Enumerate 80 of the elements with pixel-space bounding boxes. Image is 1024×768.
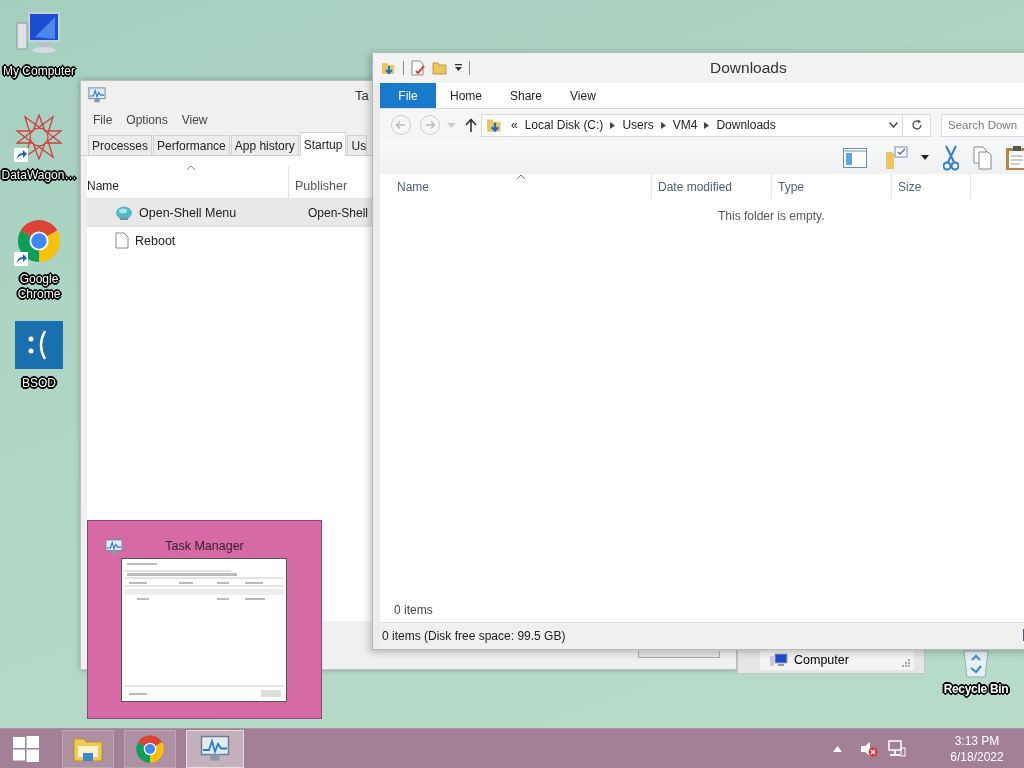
- column-header[interactable]: Publisher: [289, 179, 354, 198]
- breadcrumb[interactable]: Downloads: [716, 118, 776, 132]
- clock-date: 6/18/2022: [950, 748, 1004, 765]
- dropdown-chevron-icon[interactable]: [889, 121, 898, 128]
- ribbon-tab[interactable]: Share: [496, 83, 557, 108]
- network-icon[interactable]: [888, 739, 906, 758]
- taskbar-button[interactable]: [186, 729, 244, 768]
- preview-pane-icon[interactable]: [843, 147, 867, 168]
- monitor-chart-icon: [88, 86, 106, 104]
- document-icon: [115, 232, 129, 249]
- shell-icon: [115, 204, 133, 221]
- menu-item[interactable]: File: [93, 113, 113, 127]
- star-pattern-icon[interactable]: [15, 113, 63, 161]
- speaker-muted-icon[interactable]: [860, 740, 878, 757]
- menu-item[interactable]: View: [181, 113, 208, 127]
- monitor-chart-icon: [105, 539, 123, 556]
- column-header[interactable]: Date modified: [651, 174, 771, 199]
- item-count: 0 items: [393, 603, 434, 619]
- tab[interactable]: Processes: [88, 135, 153, 155]
- menu-item[interactable]: Options: [126, 113, 168, 127]
- folder-download-icon[interactable]: [381, 60, 397, 76]
- refresh-button[interactable]: [903, 113, 931, 137]
- resize-grip-icon[interactable]: [901, 658, 910, 667]
- address-bar[interactable]: « Local Disk (C:) Users VM4 Downloads: [481, 113, 903, 137]
- tab[interactable]: App history: [230, 135, 299, 155]
- search-field[interactable]: Search Down: [941, 113, 1024, 137]
- computer-label: Computer: [794, 653, 849, 667]
- ribbon-tab[interactable]: View: [556, 83, 610, 108]
- tab[interactable]: Startup: [299, 132, 347, 156]
- column-header[interactable]: Size: [891, 174, 971, 199]
- shortcut-arrow-icon: [14, 252, 28, 266]
- scissors-icon[interactable]: [943, 144, 959, 171]
- show-hidden-icons-button[interactable]: [833, 745, 842, 752]
- clock-time: 3:13 PM: [954, 732, 1000, 749]
- table-cell-text: Open-Shell: [307, 205, 369, 220]
- table-cell: Open-Shell Menu: [139, 205, 237, 220]
- folder-check-icon[interactable]: [885, 145, 911, 170]
- thumbnail-title: Task Manager: [165, 539, 244, 553]
- copy-icon[interactable]: [973, 145, 993, 170]
- dropdown-caret-icon[interactable]: [921, 155, 929, 160]
- chevron-icon[interactable]: [610, 121, 616, 129]
- tab[interactable]: Us: [347, 135, 368, 155]
- sad-face-icon[interactable]: [15, 321, 63, 369]
- monitor-chart-icon: [200, 735, 230, 762]
- column-header[interactable]: Name: [380, 174, 651, 199]
- table-row[interactable]: Open-Shell Menu Open-Shell: [87, 199, 372, 227]
- ribbon-tab[interactable]: Home: [436, 83, 496, 108]
- table-row[interactable]: Reboot: [87, 227, 372, 255]
- windows-start-button[interactable]: [13, 735, 39, 762]
- paste-icon[interactable]: [1005, 144, 1024, 171]
- sort-caret-icon[interactable]: [187, 165, 195, 170]
- up-arrow-button[interactable]: [465, 118, 477, 132]
- chevron-icon[interactable]: [704, 121, 710, 129]
- computer-icon: [770, 652, 788, 668]
- shortcut-arrow-icon: [14, 148, 28, 162]
- tab[interactable]: Performance: [153, 135, 230, 155]
- refresh-icon: [910, 119, 923, 131]
- taskbar-button[interactable]: [62, 729, 114, 768]
- column-header[interactable]: Type: [771, 174, 891, 199]
- chevron-icon[interactable]: [660, 121, 666, 129]
- window-thumbnail-drawing[interactable]: [121, 558, 287, 702]
- window-title: Downloads: [710, 59, 787, 77]
- empty-folder-message: This folder is empty.: [718, 209, 825, 223]
- breadcrumb[interactable]: Users: [622, 118, 654, 132]
- breadcrumb[interactable]: VM4: [672, 118, 698, 132]
- file-menu-button[interactable]: File: [380, 83, 436, 108]
- breadcrumb[interactable]: Local Disk (C:): [524, 118, 604, 132]
- taskbar-button[interactable]: [124, 729, 176, 768]
- column-header[interactable]: Name: [87, 179, 119, 193]
- chrome-icon: [135, 733, 165, 764]
- properties-icon[interactable]: [410, 60, 426, 76]
- overflow-mark[interactable]: «: [511, 118, 518, 132]
- dropdown-caret-icon[interactable]: [454, 64, 463, 72]
- folder-download-icon: [486, 116, 504, 134]
- window-title: Ta: [355, 87, 369, 103]
- table-cell: Reboot: [135, 233, 176, 248]
- status-text: 0 items (Disk free space: 99.5 GB): [382, 629, 566, 643]
- folder-icon: [73, 735, 103, 762]
- chrome-icon[interactable]: [16, 218, 62, 264]
- sort-caret-icon[interactable]: [517, 174, 525, 179]
